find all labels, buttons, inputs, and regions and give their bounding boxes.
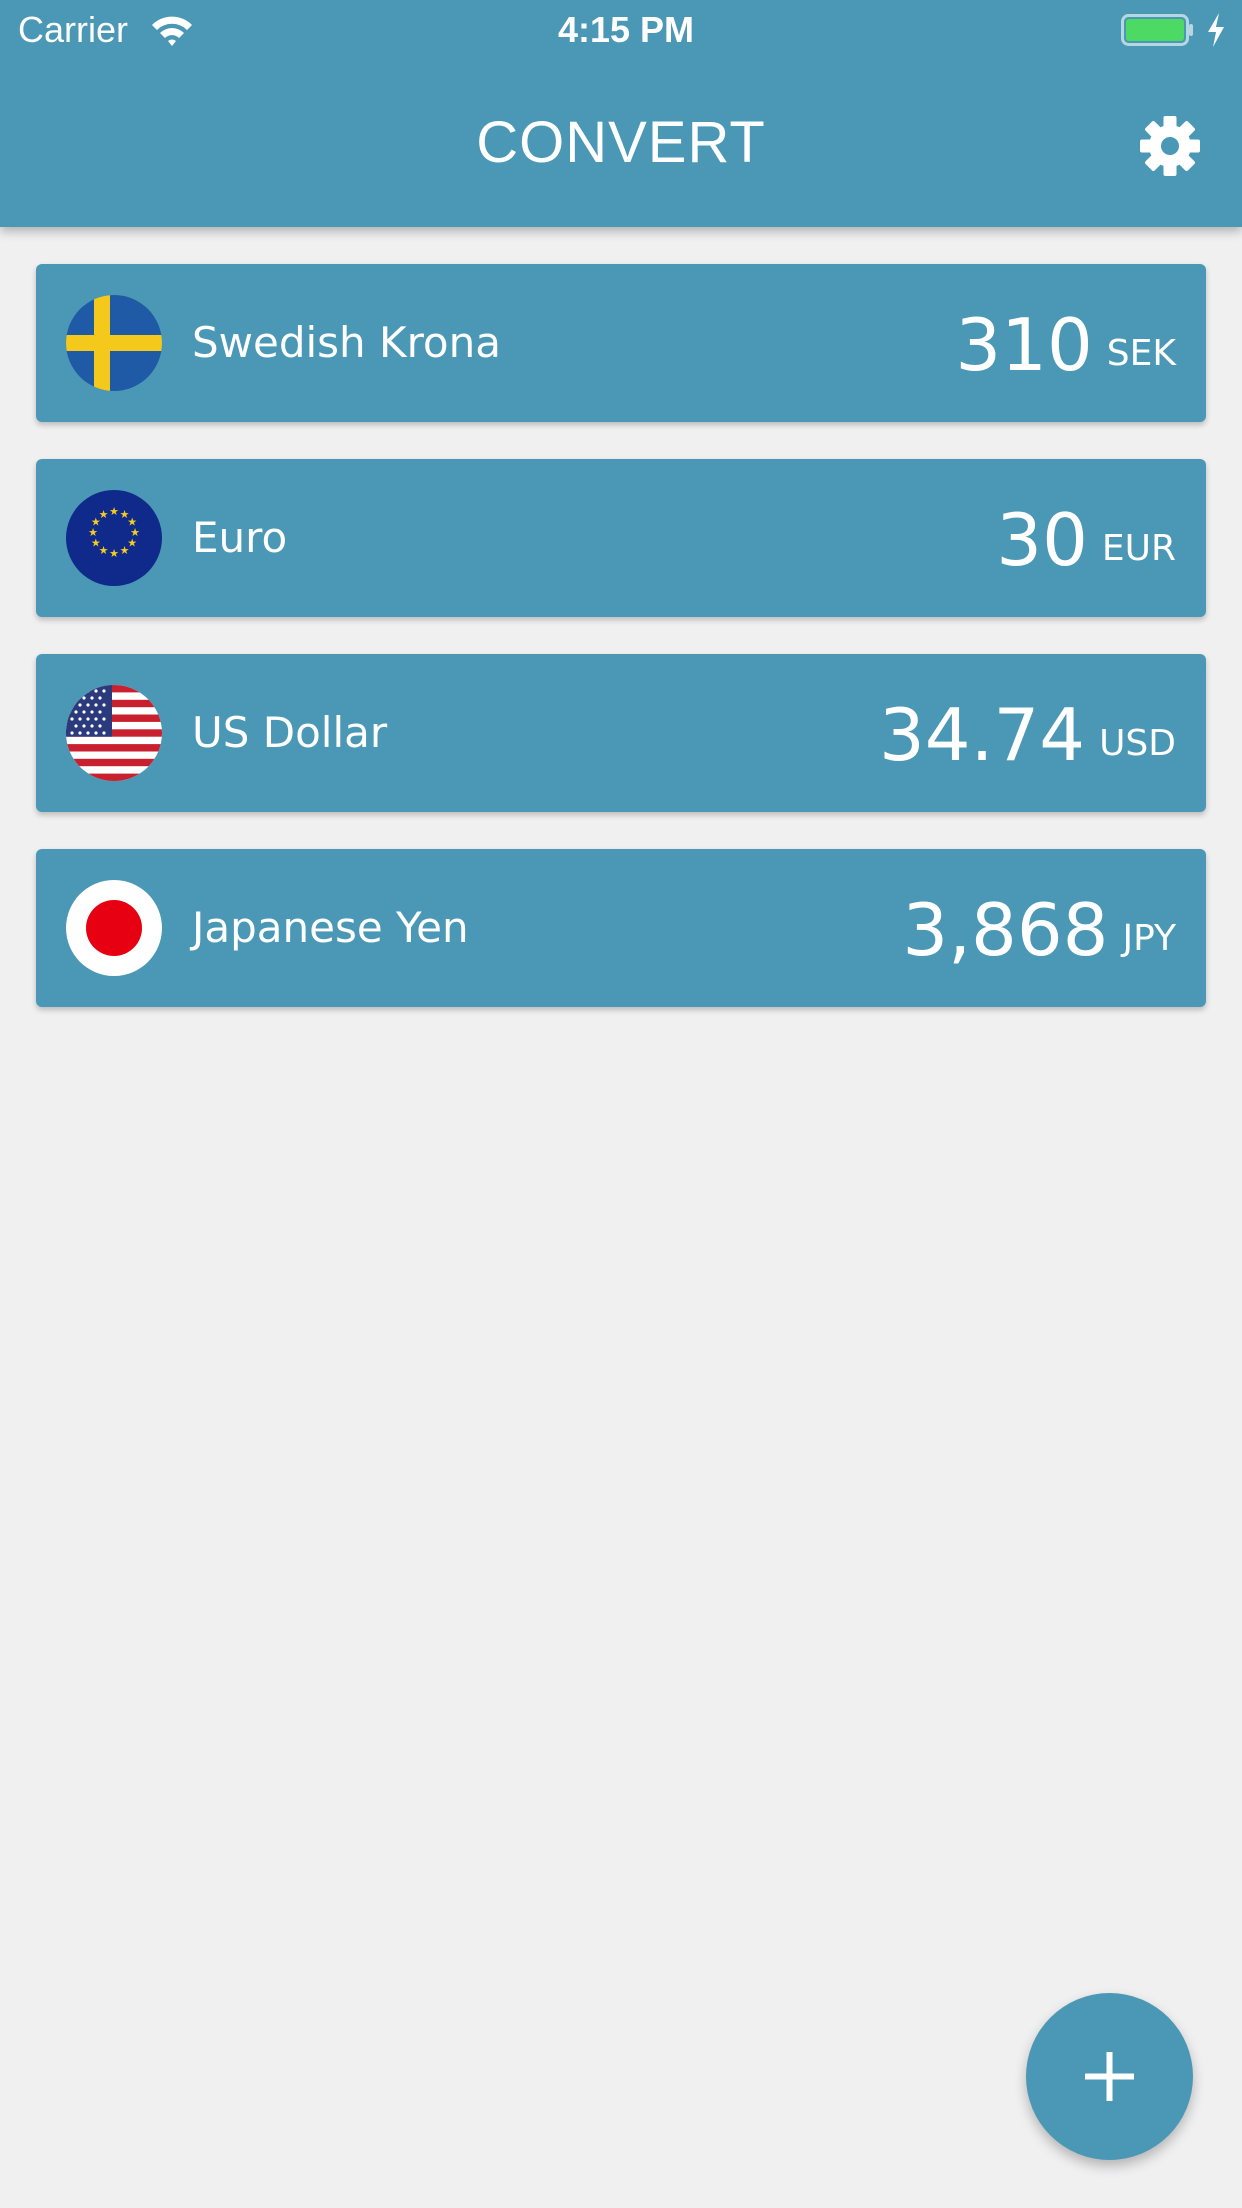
currency-name: US Dollar: [192, 708, 388, 757]
currency-name: Japanese Yen: [192, 903, 469, 952]
japan-flag-icon: [66, 880, 162, 976]
currency-name: Swedish Krona: [192, 318, 501, 367]
currency-row-usd[interactable]: US Dollar 34.74 USD: [36, 654, 1206, 812]
status-time: 4:15 PM: [557, 9, 695, 50]
add-currency-button[interactable]: [1026, 1993, 1193, 2160]
currency-amount[interactable]: 30 EUR: [996, 459, 1176, 617]
charging-bolt-icon: [1205, 12, 1227, 48]
currency-row-eur[interactable]: ★ ★ ★ ★ ★ ★ ★ ★ ★ ★ ★ ★ Euro 30 EUR: [36, 459, 1206, 617]
battery-icon: [1121, 13, 1195, 47]
amount-value: 3,868: [902, 888, 1109, 972]
sweden-flag-icon: [66, 295, 162, 391]
svg-text:★: ★: [120, 544, 130, 557]
eu-flag-icon: ★ ★ ★ ★ ★ ★ ★ ★ ★ ★ ★ ★: [66, 490, 162, 586]
currency-code: EUR: [1101, 528, 1176, 569]
svg-text:★: ★: [99, 508, 109, 521]
amount-value: 30: [996, 498, 1088, 582]
currency-row-sek[interactable]: Swedish Krona 310 SEK: [36, 264, 1206, 422]
gear-icon[interactable]: [1137, 113, 1203, 179]
currency-amount[interactable]: 310 SEK: [955, 264, 1176, 422]
page-title: CONVERT: [476, 110, 766, 175]
app-header: Carrier 4:15 PM CONVERT: [0, 0, 1242, 227]
currency-code: USD: [1099, 723, 1176, 764]
currency-row-jpy[interactable]: Japanese Yen 3,868 JPY: [36, 849, 1206, 1007]
amount-value: 34.74: [878, 693, 1086, 777]
currency-amount[interactable]: 3,868 JPY: [902, 849, 1176, 1007]
currency-amount[interactable]: 34.74 USD: [879, 654, 1176, 812]
currency-code: SEK: [1106, 333, 1176, 374]
currency-name: Euro: [192, 513, 288, 562]
status-bar: Carrier 4:15 PM: [0, 0, 1242, 60]
plus-icon: [1085, 2052, 1134, 2101]
svg-text:★: ★: [109, 547, 119, 560]
currency-code: JPY: [1122, 918, 1176, 959]
amount-value: 310: [955, 303, 1093, 387]
us-flag-icon: [66, 685, 162, 781]
svg-text:★: ★: [109, 505, 119, 518]
